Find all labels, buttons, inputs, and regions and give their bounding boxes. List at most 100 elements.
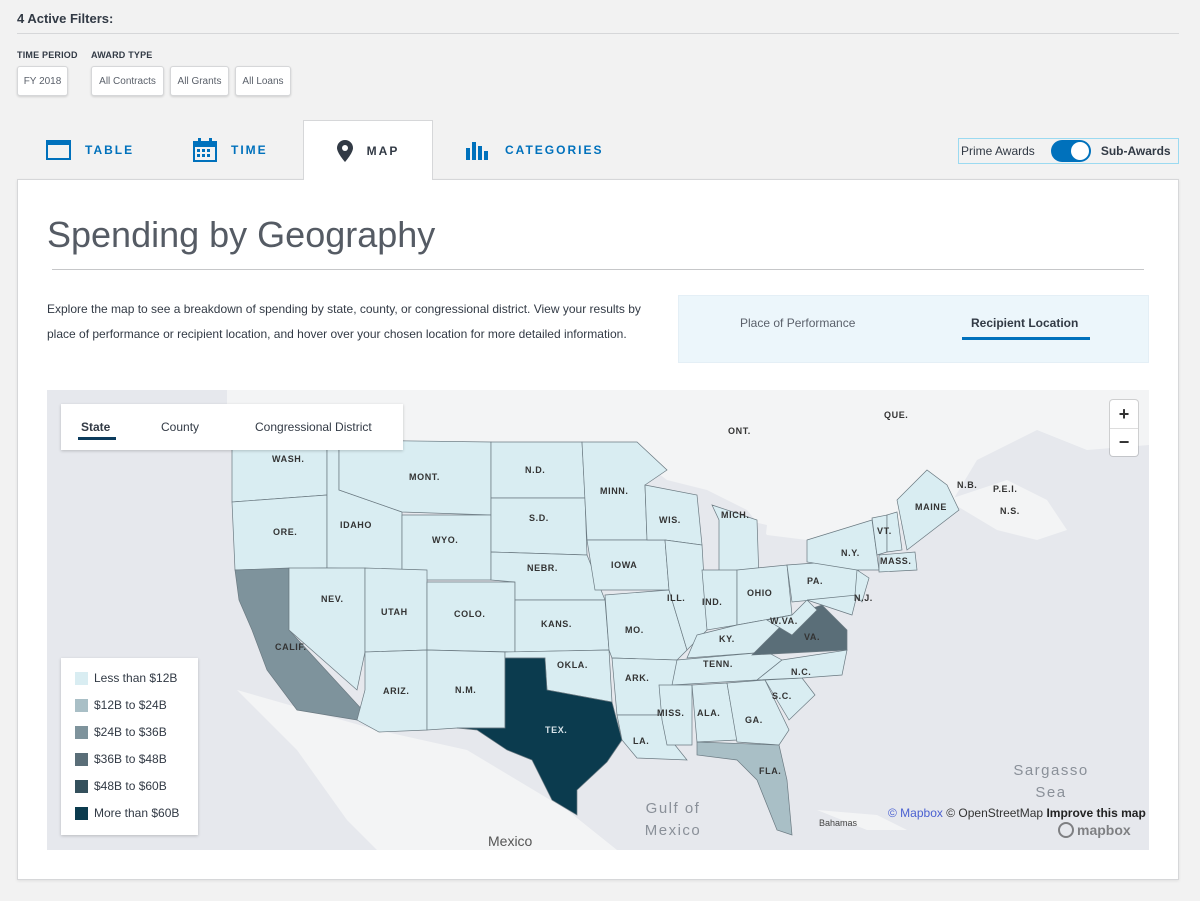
tab-recipient-location[interactable]: Recipient Location bbox=[971, 316, 1078, 330]
state-label-il: ILL. bbox=[667, 593, 686, 603]
state-label-sd: S.D. bbox=[529, 513, 549, 523]
mapbox-logo[interactable]: mapbox bbox=[1058, 822, 1131, 838]
tab-place-of-performance[interactable]: Place of Performance bbox=[740, 316, 855, 330]
tab-table[interactable]: TABLE bbox=[46, 120, 134, 180]
osm-attribution-link[interactable]: © OpenStreetMap bbox=[946, 806, 1043, 820]
filter-group-label-award-type: AWARD TYPE bbox=[91, 50, 153, 60]
state-label-ar: ARK. bbox=[625, 673, 650, 683]
state-label-mi: MICH. bbox=[721, 510, 750, 520]
tab-table-label: TABLE bbox=[85, 143, 135, 157]
bar-chart-icon bbox=[466, 140, 491, 160]
state-label-me: MAINE bbox=[915, 502, 947, 512]
state-label-or: ORE. bbox=[273, 527, 298, 537]
map-pin-icon bbox=[336, 139, 353, 162]
legend-item: $24B to $36B bbox=[75, 725, 167, 739]
state-label-tn: TENN. bbox=[703, 659, 733, 669]
state-label-az: ARIZ. bbox=[383, 686, 410, 696]
state-label-ks: KANS. bbox=[541, 619, 573, 629]
mapbox-logo-text: mapbox bbox=[1077, 822, 1131, 838]
state-label-id: IDAHO bbox=[340, 520, 372, 530]
legend-item: More than $60B bbox=[75, 806, 179, 820]
region-label-nb: N.B. bbox=[957, 480, 978, 490]
scope-state[interactable]: State bbox=[81, 420, 110, 434]
location-type-tabs: Place of Performance Recipient Location bbox=[678, 295, 1149, 363]
state-label-oh: OHIO bbox=[747, 588, 773, 598]
state-label-al: ALA. bbox=[697, 708, 721, 718]
sub-awards-label[interactable]: Sub-Awards bbox=[1101, 144, 1171, 158]
zoom-in-button[interactable]: + bbox=[1110, 400, 1138, 428]
state-label-sc: S.C. bbox=[772, 691, 792, 701]
legend-item: $48B to $60B bbox=[75, 779, 167, 793]
scope-county[interactable]: County bbox=[161, 420, 199, 434]
map-legend: Less than $12B $12B to $24B $24B to $36B… bbox=[61, 658, 198, 835]
state-label-wv: W.VA. bbox=[770, 616, 798, 626]
mapbox-logo-icon bbox=[1058, 822, 1074, 838]
legend-item: Less than $12B bbox=[75, 671, 177, 685]
state-label-ne: NEBR. bbox=[527, 563, 559, 573]
zoom-controls: + − bbox=[1110, 400, 1138, 456]
mapbox-attribution-link[interactable]: © Mapbox bbox=[888, 806, 943, 820]
filter-chip-all-contracts[interactable]: All Contracts bbox=[91, 66, 164, 96]
scope-congressional-district[interactable]: Congressional District bbox=[255, 420, 372, 434]
state-label-mo: MO. bbox=[625, 625, 644, 635]
tab-map[interactable]: MAP bbox=[303, 120, 433, 180]
state-label-wy: WYO. bbox=[432, 535, 459, 545]
state-label-in: IND. bbox=[702, 597, 723, 607]
state-label-ok: OKLA. bbox=[557, 660, 588, 670]
place-label-mexico: Mexico bbox=[488, 833, 533, 849]
legend-label: More than $60B bbox=[94, 806, 180, 820]
state-label-vt: VT. bbox=[877, 526, 892, 536]
state-label-pa: PA. bbox=[807, 576, 824, 586]
state-label-la: LA. bbox=[633, 736, 650, 746]
state-label-ga: GA. bbox=[745, 715, 763, 725]
filters-divider bbox=[17, 33, 1179, 34]
legend-swatch bbox=[75, 725, 88, 739]
state-label-ca: CALIF. bbox=[275, 642, 307, 652]
state-label-ut: UTAH bbox=[381, 607, 408, 617]
filter-chip-all-grants[interactable]: All Grants bbox=[170, 66, 229, 96]
state-label-fl: FLA. bbox=[759, 766, 782, 776]
legend-swatch bbox=[75, 752, 88, 766]
state-label-nj: N.J. bbox=[854, 593, 873, 603]
map-container[interactable]: WASH. MONT. N.D. MINN. ORE. IDAHO S.D. W… bbox=[47, 390, 1149, 850]
tab-map-label: MAP bbox=[366, 143, 400, 158]
state-label-wi: WIS. bbox=[659, 515, 681, 525]
state-label-ky: KY. bbox=[719, 634, 735, 644]
state-label-ma: MASS. bbox=[880, 556, 912, 566]
tab-time[interactable]: TIME bbox=[193, 120, 268, 180]
award-toggle-switch[interactable] bbox=[1050, 140, 1091, 162]
filter-chip-all-loans[interactable]: All Loans bbox=[235, 66, 291, 96]
panel-description: Explore the map to see a breakdown of sp… bbox=[47, 302, 641, 341]
state-label-mn: MINN. bbox=[600, 486, 629, 496]
state-label-wa: WASH. bbox=[272, 454, 305, 464]
calendar-icon bbox=[193, 138, 217, 162]
tab-categories[interactable]: CATEGORIES bbox=[466, 120, 603, 180]
scope-underline bbox=[78, 437, 116, 440]
legend-swatch bbox=[75, 806, 88, 820]
tab-time-label: TIME bbox=[231, 143, 268, 157]
filter-chip-fy-2018[interactable]: FY 2018 bbox=[17, 66, 68, 96]
state-label-nv: NEV. bbox=[321, 594, 344, 604]
map-basemap[interactable] bbox=[47, 390, 1149, 850]
legend-item: $36B to $48B bbox=[75, 752, 167, 766]
legend-label: $36B to $48B bbox=[94, 752, 167, 766]
prime-awards-label[interactable]: Prime Awards bbox=[961, 144, 1035, 158]
table-icon bbox=[46, 140, 71, 160]
active-filters-title: 4 Active Filters: bbox=[17, 11, 114, 26]
improve-map-link[interactable]: Improve this map bbox=[1046, 806, 1145, 820]
map-attribution: © Mapbox © OpenStreetMap Improve this ma… bbox=[888, 806, 1146, 820]
region-label-que: QUE. bbox=[884, 410, 909, 420]
state-label-mt: MONT. bbox=[409, 472, 440, 482]
water-label-sargasso-sea: Sargasso Sea bbox=[1013, 762, 1089, 801]
toggle-knob bbox=[1070, 142, 1089, 160]
state-label-nd: N.D. bbox=[525, 465, 546, 475]
filter-group-label-time-period: TIME PERIOD bbox=[17, 50, 78, 60]
legend-label: Less than $12B bbox=[94, 671, 178, 685]
legend-label: $24B to $36B bbox=[94, 725, 167, 739]
legend-label: $12B to $24B bbox=[94, 698, 167, 712]
panel-divider bbox=[52, 269, 1144, 270]
region-label-pei: P.E.I. bbox=[993, 484, 1018, 494]
zoom-out-button[interactable]: − bbox=[1110, 428, 1138, 456]
award-type-toggle[interactable]: Prime Awards Sub-Awards bbox=[958, 138, 1179, 164]
state-label-nc: N.C. bbox=[791, 667, 812, 677]
